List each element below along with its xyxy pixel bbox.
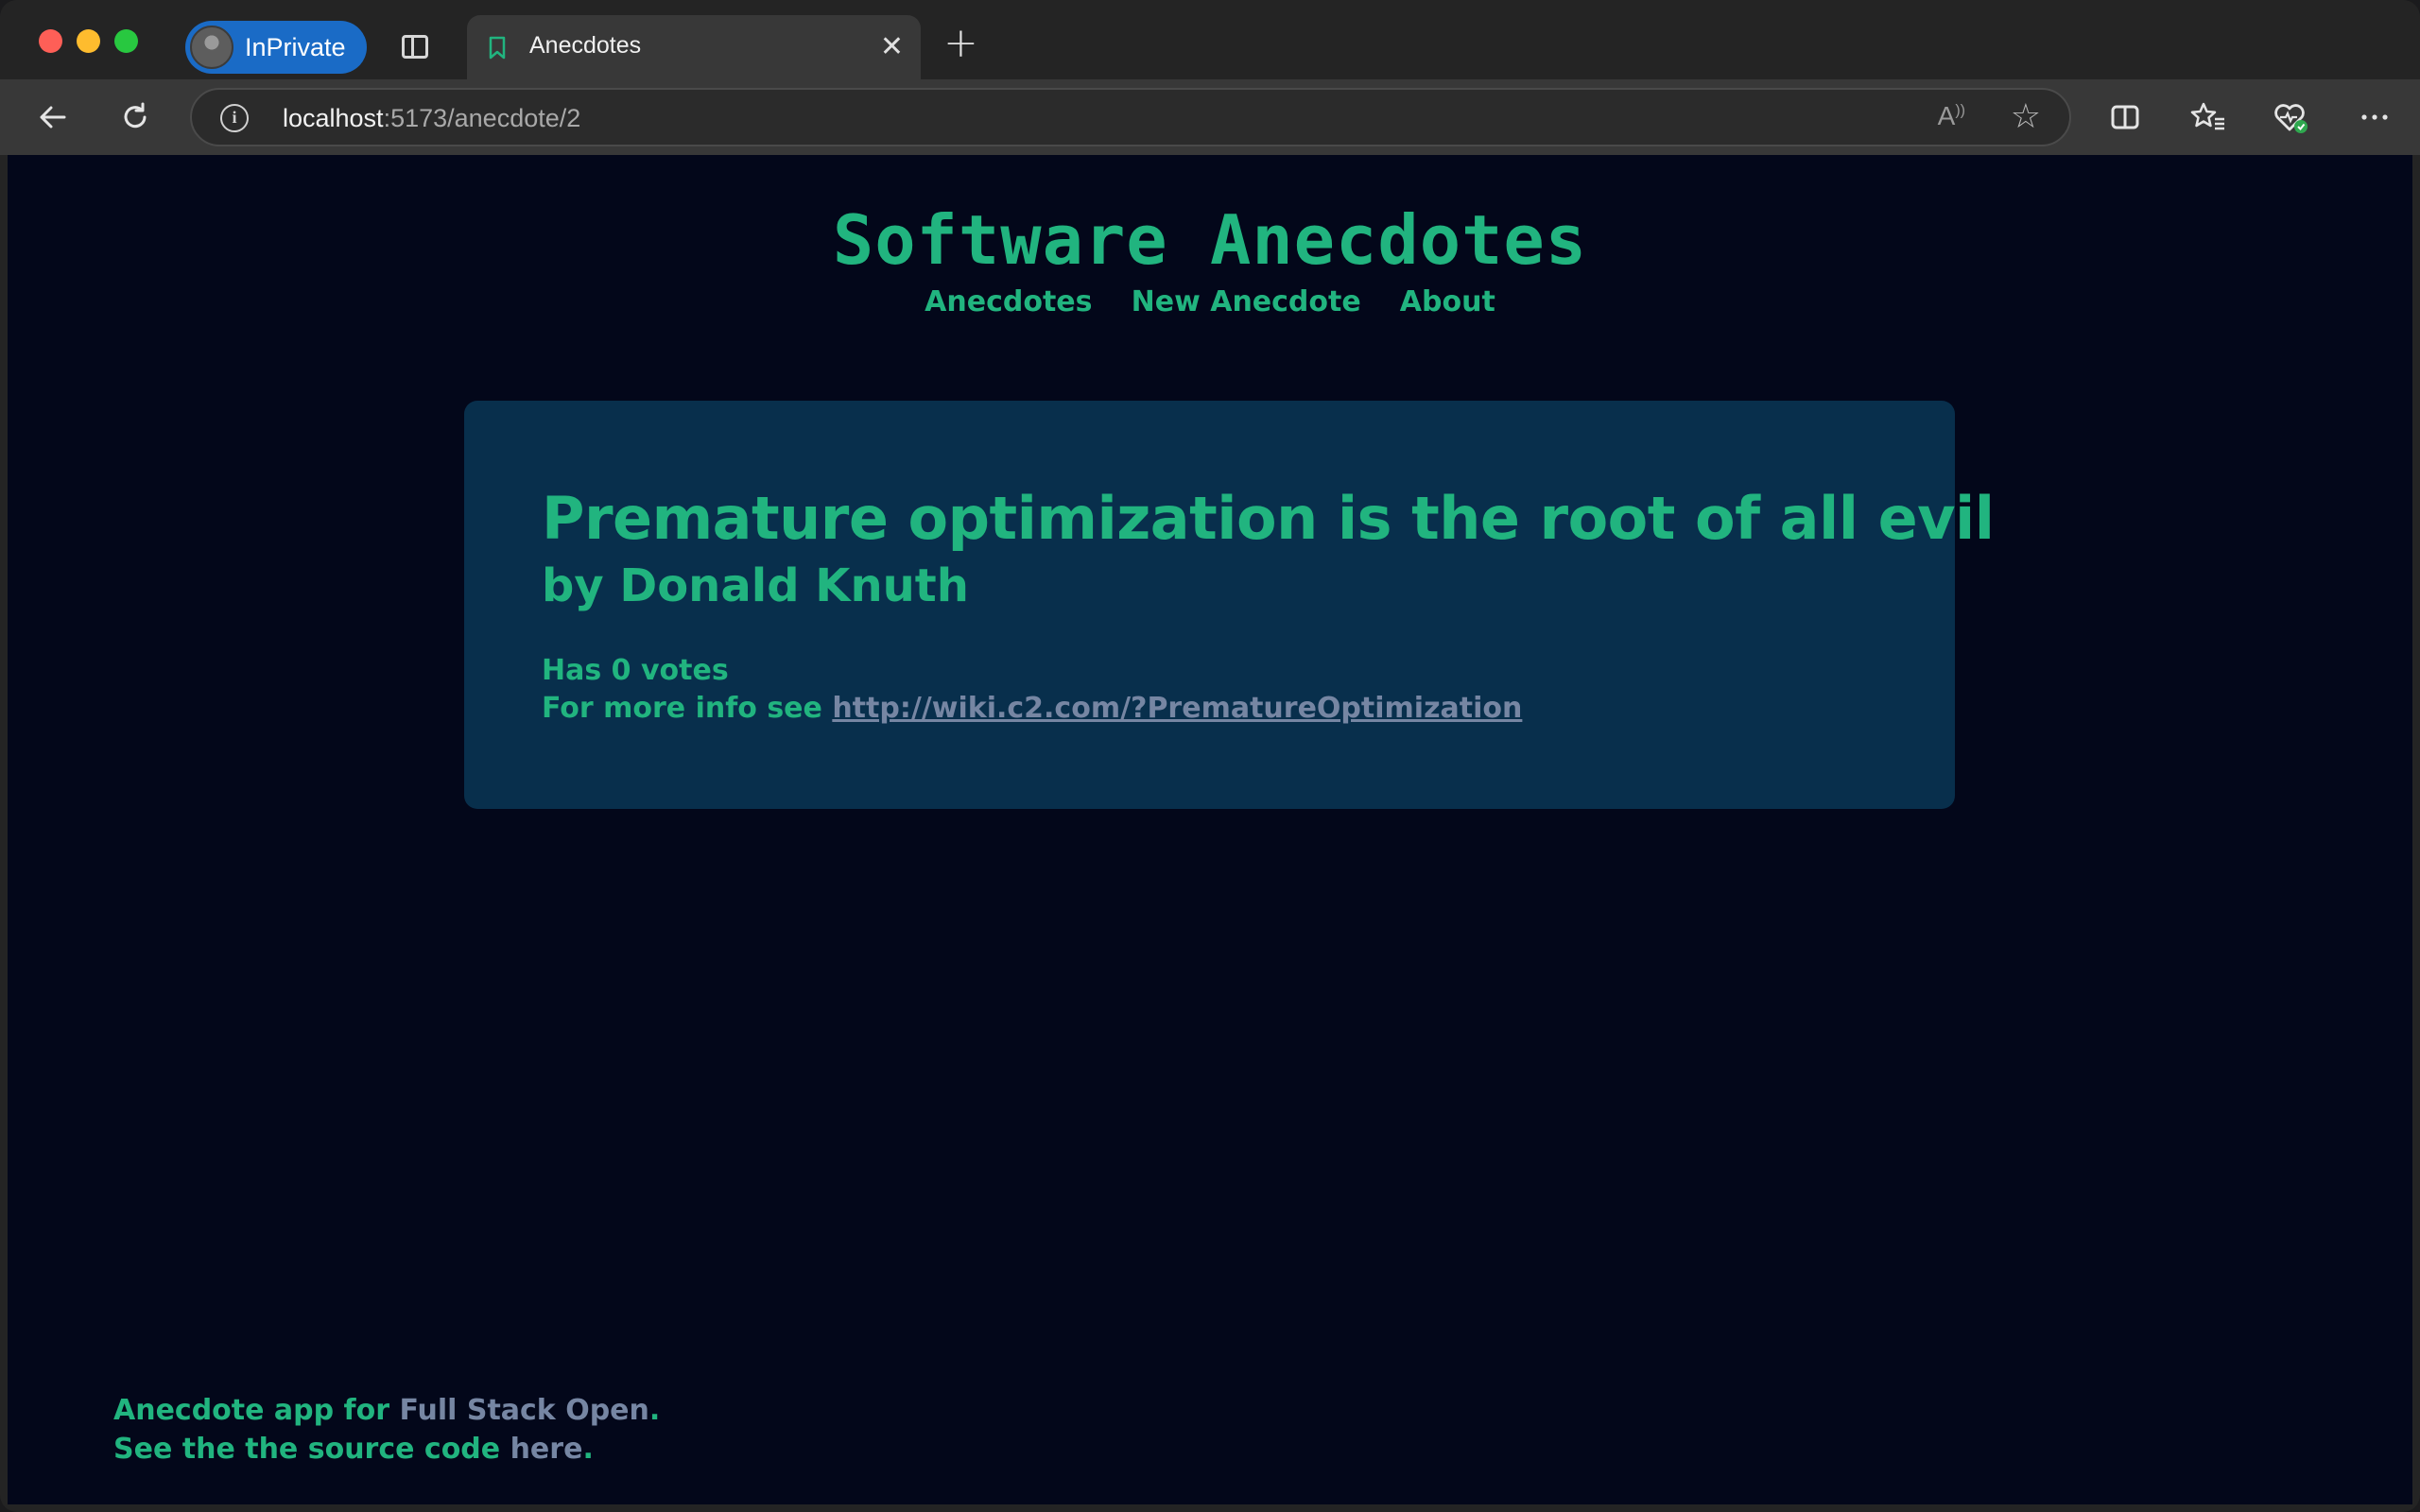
url-text[interactable]: localhost:5173/anecdote/2 <box>283 104 580 133</box>
maximize-window-button[interactable] <box>114 29 138 53</box>
browser-essentials-icon[interactable] <box>2271 96 2312 138</box>
nav-about-link[interactable]: About <box>1400 285 1495 318</box>
site-info-icon[interactable]: i <box>220 104 249 132</box>
back-icon[interactable] <box>32 96 74 138</box>
footer-line-1: Anecdote app for Full Stack Open. <box>113 1394 661 1427</box>
more-options-icon[interactable] <box>2354 96 2395 138</box>
tab-title: Anecdotes <box>529 32 642 59</box>
profile-avatar-icon <box>190 26 233 69</box>
anecdote-card: Premature optimization is the root of al… <box>464 401 1995 809</box>
anecdote-author: by Donald Knuth <box>542 559 969 612</box>
tab-strip: InPrivate Anecdotes ✕ + <box>0 0 2420 79</box>
footer-line-2: See the the source code here. <box>113 1433 594 1466</box>
inprivate-profile-button[interactable]: InPrivate <box>185 21 367 74</box>
more-info-prefix: For more info see <box>542 692 833 725</box>
favorite-star-icon[interactable]: ☆ <box>2011 97 2041 136</box>
footer: Anecdote app for Full Stack Open. See th… <box>113 1391 660 1469</box>
more-info-link[interactable]: http://wiki.c2.com/?PrematureOptimizatio… <box>832 692 1522 725</box>
close-tab-icon[interactable]: ✕ <box>880 30 904 63</box>
vote-count: Has 0 votes <box>542 654 729 687</box>
full-stack-open-link[interactable]: Full Stack Open <box>399 1394 648 1427</box>
favorites-icon[interactable] <box>2187 96 2229 138</box>
page-viewport: Software Anecdotes Anecdotes New Anecdot… <box>8 155 2412 1504</box>
address-bar[interactable]: i localhost:5173/anecdote/2 A)) ☆ <box>190 88 2071 146</box>
close-window-button[interactable] <box>39 29 62 53</box>
anecdote-content: Premature optimization is the root of al… <box>542 484 1995 553</box>
main-nav: Anecdotes New Anecdote About <box>8 285 2412 318</box>
inprivate-label: InPrivate <box>245 32 346 61</box>
read-aloud-icon[interactable]: A)) <box>1938 101 1965 131</box>
site-title: Software Anecdotes <box>832 200 1588 280</box>
new-tab-icon[interactable]: + <box>943 23 978 64</box>
minimize-window-button[interactable] <box>77 29 100 53</box>
browser-toolbar: i localhost:5173/anecdote/2 A)) ☆ <box>0 79 2420 155</box>
tab-anecdotes[interactable]: Anecdotes ✕ <box>467 15 921 79</box>
source-code-link[interactable]: here <box>510 1433 583 1466</box>
split-screen-icon[interactable] <box>2104 96 2146 138</box>
tab-actions-icon[interactable] <box>397 28 433 64</box>
refresh-icon[interactable] <box>114 96 156 138</box>
nav-anecdotes-link[interactable]: Anecdotes <box>925 285 1092 318</box>
nav-new-anecdote-link[interactable]: New Anecdote <box>1132 285 1361 318</box>
more-info-line: For more info see http://wiki.c2.com/?Pr… <box>542 692 1522 725</box>
bookmark-icon <box>489 36 506 60</box>
browser-window: InPrivate Anecdotes ✕ + i localhost:5173… <box>0 0 2420 1512</box>
